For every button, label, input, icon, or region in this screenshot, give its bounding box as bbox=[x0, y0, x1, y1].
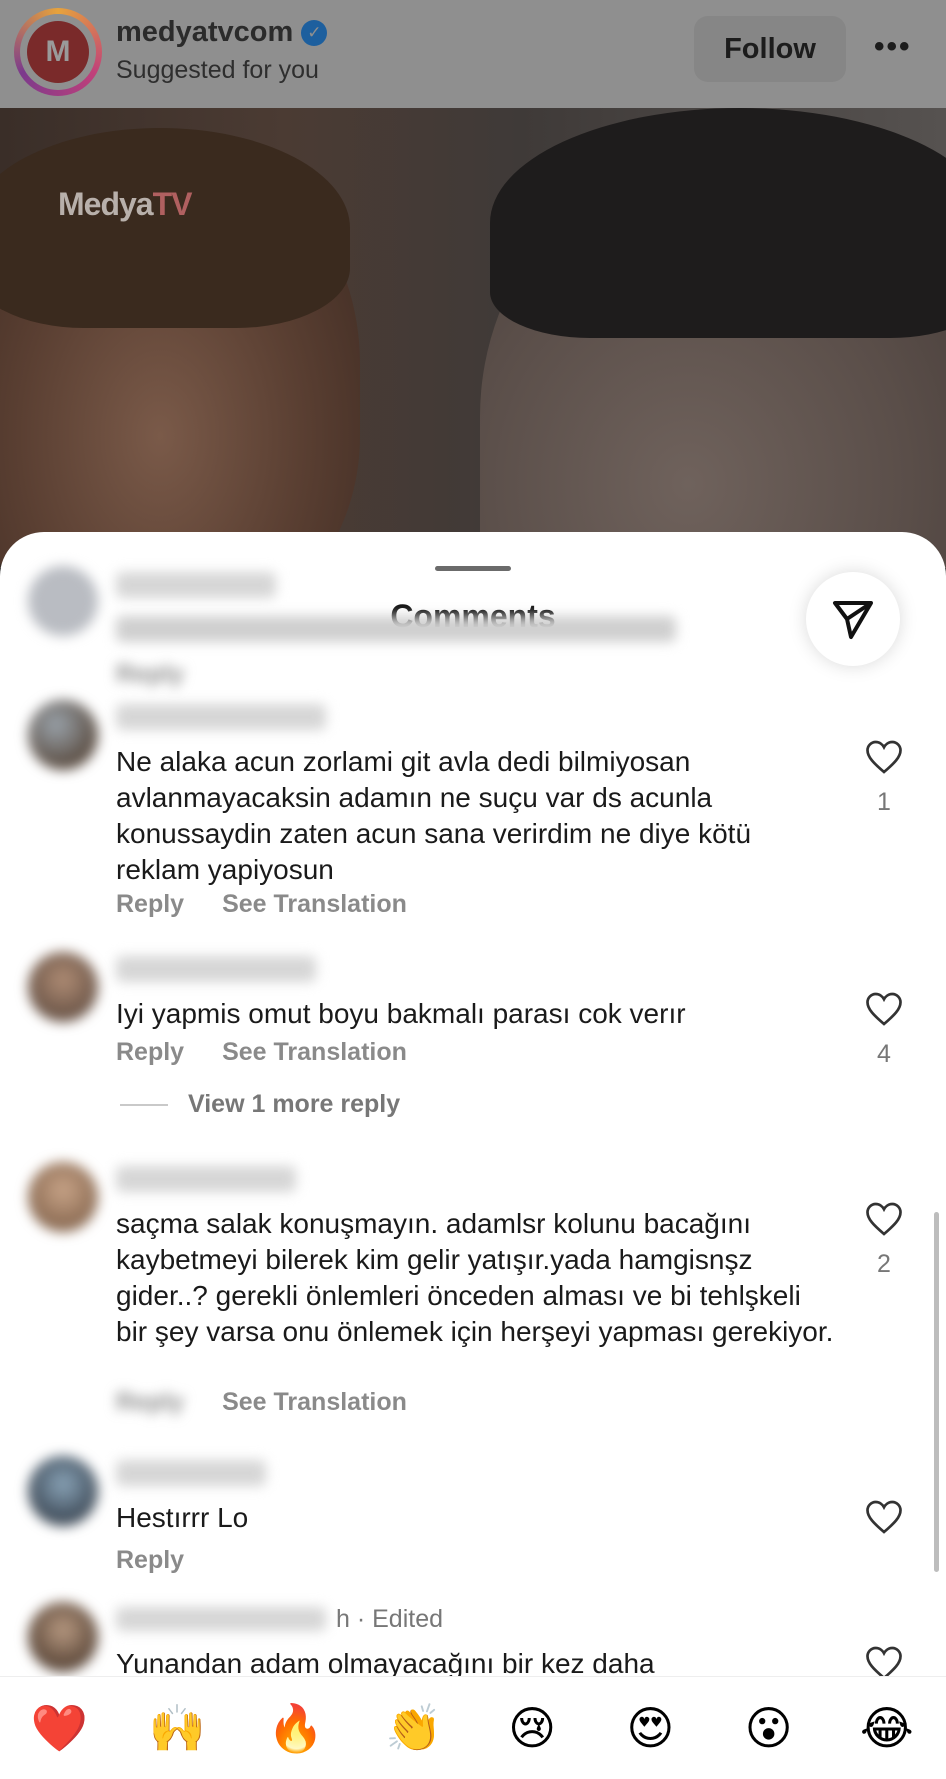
comment-like[interactable]: 2 bbox=[860, 1202, 908, 1279]
comment-actions: Reply See Translation bbox=[116, 1388, 407, 1417]
view-more-replies[interactable]: View 1 more reply bbox=[120, 1090, 400, 1119]
emoji-crying-icon[interactable]: 😢 bbox=[497, 1698, 567, 1758]
divider-line bbox=[120, 1103, 168, 1106]
comment-avatar[interactable] bbox=[28, 952, 98, 1022]
post-header: M medyatvcom ✓ Suggested for you Follow … bbox=[0, 0, 946, 108]
comment-actions: Reply bbox=[116, 660, 184, 689]
comment-text bbox=[116, 616, 676, 642]
person-right-hair bbox=[490, 108, 946, 338]
comment-avatar[interactable] bbox=[28, 1456, 98, 1526]
comment-like[interactable] bbox=[860, 1500, 908, 1534]
emoji-quick-reactions: ❤️ 🙌 🔥 👏 😢 😍 😮 😂 bbox=[0, 1676, 946, 1779]
emoji-clapping-icon[interactable]: 👏 bbox=[379, 1698, 449, 1758]
emoji-surprised-icon[interactable]: 😮 bbox=[734, 1698, 804, 1758]
verified-badge-icon: ✓ bbox=[301, 19, 328, 46]
emoji-raising-hands-icon[interactable]: 🙌 bbox=[142, 1698, 212, 1758]
profile-avatar[interactable]: M bbox=[14, 8, 102, 96]
watermark-logo: MedyaTV bbox=[58, 186, 192, 222]
view-more-replies-label[interactable]: View 1 more reply bbox=[188, 1090, 400, 1119]
see-translation-button[interactable]: See Translation bbox=[222, 890, 407, 919]
comment-avatar[interactable] bbox=[28, 566, 98, 636]
suggested-label: Suggested for you bbox=[116, 56, 319, 84]
reply-button[interactable]: Reply bbox=[116, 1038, 184, 1067]
reply-button[interactable]: Reply bbox=[116, 1388, 184, 1417]
comment-text: Iyi yapmis omut boyu bakmalı parası cok … bbox=[116, 998, 686, 1029]
heart-icon[interactable] bbox=[866, 740, 902, 774]
comment-text: saçma salak konuşmayın. adamlsr kolunu b… bbox=[116, 1208, 834, 1347]
emoji-heart-eyes-icon[interactable]: 😍 bbox=[615, 1698, 685, 1758]
emoji-fire-icon[interactable]: 🔥 bbox=[261, 1698, 331, 1758]
comment-text: Hestırrr Lo bbox=[116, 1502, 249, 1533]
comment-like[interactable] bbox=[860, 1646, 908, 1680]
comment-username[interactable] bbox=[116, 704, 326, 730]
comment-username[interactable] bbox=[116, 1460, 266, 1486]
like-count: 1 bbox=[877, 788, 891, 816]
heart-icon[interactable] bbox=[866, 1202, 902, 1236]
reply-button[interactable]: Reply bbox=[116, 1546, 184, 1575]
medyatv-logo: M bbox=[27, 21, 89, 83]
post-username-row[interactable]: medyatvcom ✓ bbox=[116, 16, 328, 49]
comment-like[interactable]: 1 bbox=[860, 740, 908, 817]
see-translation-button[interactable]: See Translation bbox=[222, 1388, 407, 1417]
scrollbar[interactable] bbox=[934, 1212, 939, 1572]
follow-button[interactable]: Follow bbox=[694, 16, 846, 82]
send-icon bbox=[833, 601, 873, 639]
comment-username[interactable] bbox=[116, 956, 316, 982]
comment-actions: Reply bbox=[116, 1546, 184, 1575]
emoji-joy-icon[interactable]: 😂 bbox=[852, 1698, 922, 1758]
heart-icon[interactable] bbox=[866, 992, 902, 1026]
reply-button[interactable]: Reply bbox=[116, 660, 184, 689]
heart-icon[interactable] bbox=[866, 1500, 902, 1534]
post-image[interactable]: MedyaTV bbox=[0, 108, 946, 568]
comment-actions: Reply See Translation bbox=[116, 890, 407, 919]
comment-avatar[interactable] bbox=[28, 1162, 98, 1232]
comment-username[interactable] bbox=[116, 572, 276, 598]
sheet-drag-handle[interactable] bbox=[435, 566, 511, 571]
comment-username[interactable] bbox=[116, 1166, 296, 1192]
comment-text: Ne alaka acun zorlami git avla dedi bilm… bbox=[116, 746, 752, 885]
comment-like[interactable]: 4 bbox=[860, 992, 908, 1069]
comment-avatar[interactable] bbox=[28, 1602, 98, 1672]
like-count: 4 bbox=[877, 1040, 891, 1068]
comment-avatar[interactable] bbox=[28, 700, 98, 770]
comment-actions: Reply See Translation bbox=[116, 1038, 407, 1067]
emoji-heart-icon[interactable]: ❤️ bbox=[24, 1698, 94, 1758]
share-button[interactable] bbox=[806, 572, 900, 666]
see-translation-button[interactable]: See Translation bbox=[222, 1038, 407, 1067]
more-options-icon[interactable]: ••• bbox=[874, 30, 912, 64]
comment-username-row[interactable]: h · Edited bbox=[116, 1604, 444, 1633]
heart-icon[interactable] bbox=[866, 1646, 902, 1680]
comment-username[interactable] bbox=[116, 1607, 326, 1631]
comments-sheet: Comments Reply Ne alaka acun zorlami git… bbox=[0, 532, 946, 1779]
like-count: 2 bbox=[877, 1250, 891, 1278]
post-username[interactable]: medyatvcom bbox=[116, 16, 293, 49]
person-left-hair bbox=[0, 128, 350, 328]
reply-button[interactable]: Reply bbox=[116, 890, 184, 919]
comment-meta: h · Edited bbox=[336, 1604, 444, 1633]
